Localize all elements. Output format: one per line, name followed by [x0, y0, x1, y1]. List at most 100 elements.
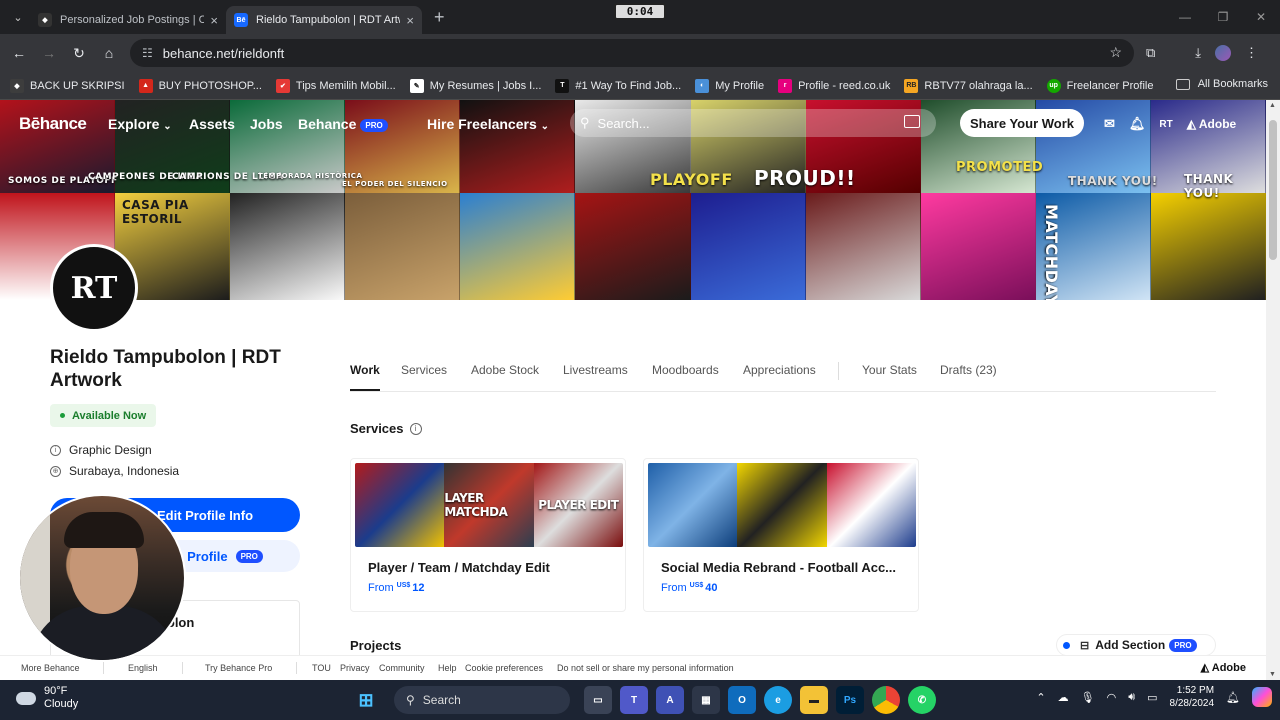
page-scrollbar[interactable]: ▲ ▼	[1266, 100, 1280, 680]
battery-icon[interactable]: ▭	[1147, 691, 1157, 704]
tab-moodboards[interactable]: Moodboards	[652, 363, 719, 377]
scroll-down-icon[interactable]: ▼	[1269, 671, 1276, 678]
close-window-icon[interactable]: ✕	[1242, 10, 1280, 24]
outlook-icon[interactable]: O	[728, 686, 756, 714]
clock[interactable]: 1:52 PM 8/28/2024	[1170, 684, 1215, 710]
teams-icon[interactable]: T	[620, 686, 648, 714]
bookmark-item[interactable]: ✎ My Resumes | Jobs I...	[409, 78, 541, 93]
all-bookmarks[interactable]: All Bookmarks	[1175, 78, 1268, 90]
whatsapp-icon[interactable]: ✆	[908, 686, 936, 714]
browser-tab-behance[interactable]: Bē Rieldo Tampubolon | RDT Artwo ×	[226, 6, 422, 34]
bell-icon[interactable]: 🔔︎	[1129, 116, 1146, 132]
nav-behance-pro[interactable]: Behance PRO	[298, 116, 388, 132]
image-search-icon[interactable]	[904, 115, 920, 128]
thumb-panel	[355, 463, 445, 547]
minimize-icon[interactable]: —	[1166, 10, 1204, 24]
scroll-thumb[interactable]	[1269, 120, 1277, 260]
chrome-icon[interactable]	[872, 686, 900, 714]
bookmark-item[interactable]: T #1 Way To Find Job...	[555, 78, 681, 93]
footer-privacy[interactable]: Privacy	[340, 663, 370, 673]
user-avatar[interactable]: RT	[1159, 119, 1172, 130]
file-explorer-icon[interactable]: ▬	[800, 686, 828, 714]
scroll-up-icon[interactable]: ▲	[1269, 102, 1276, 109]
footer-tou[interactable]: TOU	[312, 663, 331, 673]
edge-icon[interactable]: e	[764, 686, 792, 714]
tray-overflow-icon[interactable]: ⌃	[1036, 691, 1045, 704]
profile-avatar[interactable]: RT	[50, 244, 138, 332]
thumb-panel: PLAYER EDIT	[533, 463, 623, 547]
browser-profile-icon[interactable]	[1215, 45, 1232, 61]
bookmark-item[interactable]: ◐ My Profile	[695, 78, 764, 93]
adobe-label: Adobe	[1198, 117, 1237, 131]
footer-do-not-sell[interactable]: Do not sell or share my personal informa…	[557, 663, 734, 673]
profile-location: ⊕ Surabaya, Indonesia	[50, 464, 179, 478]
editor-app-icon[interactable]: A	[656, 686, 684, 714]
photoshop-icon[interactable]: Ps	[836, 686, 864, 714]
downloads-icon[interactable]: ⤓	[1195, 45, 1201, 61]
notifications-bell-icon[interactable]: 🔔︎	[1226, 691, 1240, 704]
onedrive-icon[interactable]: ☁	[1058, 691, 1069, 704]
bookmark-item[interactable]: ◆ BACK UP SKRIPSI	[10, 78, 125, 93]
tab-adobe-stock[interactable]: Adobe Stock	[471, 363, 539, 377]
tab-livestreams[interactable]: Livestreams	[563, 363, 628, 377]
copilot-icon[interactable]	[1252, 687, 1272, 707]
bookmark-item[interactable]: RB RBTV77 olahraga la...	[904, 78, 1033, 93]
tab-drafts[interactable]: Drafts (23)	[940, 363, 997, 377]
volume-icon[interactable]: 🔊︎	[1128, 691, 1135, 704]
bookmark-item[interactable]: up Freelancer Profile	[1046, 78, 1153, 93]
price-from: From	[661, 582, 687, 594]
footer-adobe[interactable]: ◭ Adobe	[1201, 661, 1246, 674]
close-tab-icon[interactable]: ×	[406, 13, 414, 28]
bookmark-item[interactable]: ✔ Tips Memilih Mobil...	[275, 78, 396, 93]
share-your-work-button[interactable]: Share Your Work	[960, 109, 1084, 137]
occupation-text: Graphic Design	[69, 443, 152, 457]
browser-menu-icon[interactable]: ⋮	[1245, 45, 1258, 61]
nav-assets[interactable]: Assets	[189, 116, 235, 132]
behance-logo[interactable]: Bēhance	[19, 114, 87, 134]
mail-icon[interactable]: ✉	[1104, 116, 1115, 132]
nav-jobs[interactable]: Jobs	[250, 116, 283, 132]
taskbar-search[interactable]: ⚲ Search	[394, 686, 570, 714]
service-price: From US$ 12	[368, 582, 425, 594]
footer-more-behance[interactable]: More Behance	[21, 663, 80, 673]
tab-search-menu-icon[interactable]: ⌄	[6, 5, 30, 29]
bookmark-item[interactable]: ▲ BUY PHOTOSHOP...	[138, 78, 262, 93]
add-section-button[interactable]: ⊟ Add Section PRO	[1056, 634, 1216, 656]
bookmark-item[interactable]: r Profile - reed.co.uk	[778, 78, 890, 93]
service-card[interactable]: Social Media Rebrand - Football Acc... F…	[643, 458, 919, 612]
tab-services[interactable]: Services	[401, 363, 447, 377]
microphone-icon[interactable]: 🎙︎	[1081, 691, 1095, 704]
search-input[interactable]: ⚲ Search...	[570, 109, 936, 137]
info-icon[interactable]: i	[409, 422, 422, 435]
tab-appreciations[interactable]: Appreciations	[743, 363, 816, 377]
back-icon[interactable]: ←	[4, 45, 34, 61]
new-tab-icon[interactable]: +	[434, 7, 445, 28]
task-view-icon[interactable]: ▭	[584, 686, 612, 714]
tab-your-stats[interactable]: Your Stats	[862, 363, 917, 377]
reload-icon[interactable]: ↻	[64, 45, 94, 62]
store-icon[interactable]: ▦	[692, 686, 720, 714]
bookmark-star-icon[interactable]: ☆	[1109, 44, 1122, 61]
service-card[interactable]: LAYER MATCHDA PLAYER EDIT Player / Team …	[350, 458, 626, 612]
extensions-icon[interactable]: ⧉	[1146, 45, 1155, 61]
nav-hire-freelancers[interactable]: Hire Freelancers ⌄	[427, 116, 549, 132]
close-tab-icon[interactable]: ×	[210, 13, 218, 28]
weather-widget[interactable]: 90°F Cloudy	[16, 685, 78, 711]
wifi-icon[interactable]: ◠	[1107, 691, 1117, 704]
browser-tab-job-postings[interactable]: ◆ Personalized Job Postings | Com ×	[30, 6, 226, 34]
restore-icon[interactable]: ❐	[1204, 10, 1242, 24]
services-heading: Services i	[350, 421, 422, 436]
adobe-link[interactable]: ◭ Adobe	[1187, 117, 1236, 131]
footer-try-pro[interactable]: Try Behance Pro	[205, 663, 272, 673]
omnibox[interactable]: ☷ behance.net/rieldonft ☆	[130, 39, 1134, 67]
forward-icon[interactable]: →	[34, 45, 64, 61]
windows-start-icon[interactable]: ⊞	[352, 686, 380, 714]
site-info-icon[interactable]: ☷	[142, 46, 153, 60]
home-icon[interactable]: ⌂	[94, 45, 124, 61]
footer-cookie-preferences[interactable]: Cookie preferences	[465, 663, 543, 673]
nav-explore[interactable]: Explore ⌄	[108, 116, 172, 132]
tab-work[interactable]: Work	[350, 363, 380, 391]
footer-community[interactable]: Community	[379, 663, 425, 673]
footer-help[interactable]: Help	[438, 663, 457, 673]
footer-language[interactable]: English	[128, 663, 158, 673]
